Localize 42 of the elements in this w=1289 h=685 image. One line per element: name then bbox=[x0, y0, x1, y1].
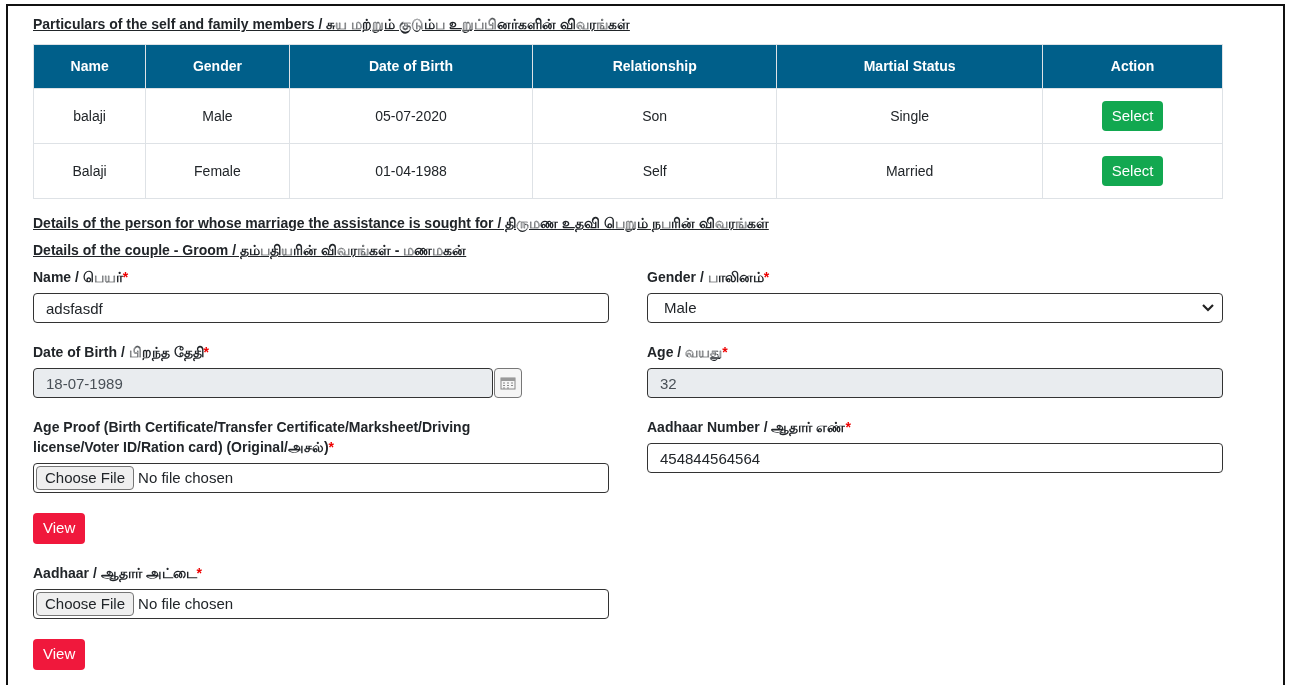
table-cell: Male bbox=[145, 88, 290, 144]
field-label: Aadhaar / ஆதார் அட்டை* bbox=[33, 565, 203, 581]
section-heading: Details of the person for whose marriage the assistance is sought for / திருமண உதவி பெறும் நபரின் விவரங்கள் bbox=[33, 214, 770, 234]
text-field[interactable]: 32 bbox=[647, 368, 1223, 398]
calendar-icon bbox=[500, 376, 516, 390]
choose-file-button[interactable]: Choose File bbox=[36, 466, 135, 490]
column-header: Martial Status bbox=[776, 44, 1043, 89]
field-label: Gender / பாலினம்* bbox=[647, 269, 770, 285]
file-status: No file chosen bbox=[138, 593, 234, 614]
date-field[interactable]: 18-07-1989 bbox=[33, 368, 493, 398]
table-cell: Balaji bbox=[33, 143, 146, 199]
file-input[interactable]: Choose File No file chosen bbox=[33, 463, 609, 493]
view-button[interactable]: View bbox=[33, 513, 86, 544]
column-header: Relationship bbox=[532, 44, 777, 89]
column-header: Name bbox=[33, 44, 146, 89]
field-label: Date of Birth / பிறந்த தேதி* bbox=[33, 344, 209, 360]
field-label: Aadhaar Number / ஆதார் எண்* bbox=[647, 419, 851, 435]
column-header: Action bbox=[1042, 44, 1223, 89]
table-cell: balaji bbox=[33, 88, 146, 144]
table-cell: Self bbox=[532, 143, 777, 199]
file-status: No file chosen bbox=[138, 467, 234, 488]
column-header: Date of Birth bbox=[289, 44, 533, 89]
gender-select[interactable]: Male bbox=[647, 293, 1223, 323]
calendar-button[interactable] bbox=[494, 368, 522, 398]
column-header: Gender bbox=[145, 44, 290, 89]
chevron-down-icon bbox=[1202, 304, 1214, 312]
table-cell: Female bbox=[145, 143, 290, 199]
table-cell: 05-07-2020 bbox=[289, 88, 533, 144]
section-heading: Details of the couple - Groom / தம்பதியரின் விவரங்கள் - மணமகன் bbox=[33, 241, 468, 261]
field-label: Name / பெயர்* bbox=[33, 269, 129, 285]
text-field[interactable]: 454844564564 bbox=[647, 443, 1223, 473]
text-field[interactable]: adsfasdf bbox=[33, 293, 609, 323]
table-cell: Single bbox=[776, 88, 1043, 144]
file-input[interactable]: Choose File No file chosen bbox=[33, 589, 609, 619]
field-label: Age Proof (Birth Certificate/Transfer Certificate/Marksheet/Driving license/Voter ID/Ration card) (Original/அசல்)* bbox=[33, 419, 471, 455]
table-cell: Son bbox=[532, 88, 777, 144]
table-cell: 01-04-1988 bbox=[289, 143, 533, 199]
field-label: Age / வயது* bbox=[647, 344, 728, 360]
table-cell: Married bbox=[776, 143, 1043, 199]
view-button[interactable]: View bbox=[33, 639, 86, 670]
choose-file-button[interactable]: Choose File bbox=[36, 592, 135, 616]
section-title: Particulars of the self and family members / சுய மற்றும் குடும்ப உறுப்பினர்களின் விவரங்கள் bbox=[33, 15, 631, 35]
